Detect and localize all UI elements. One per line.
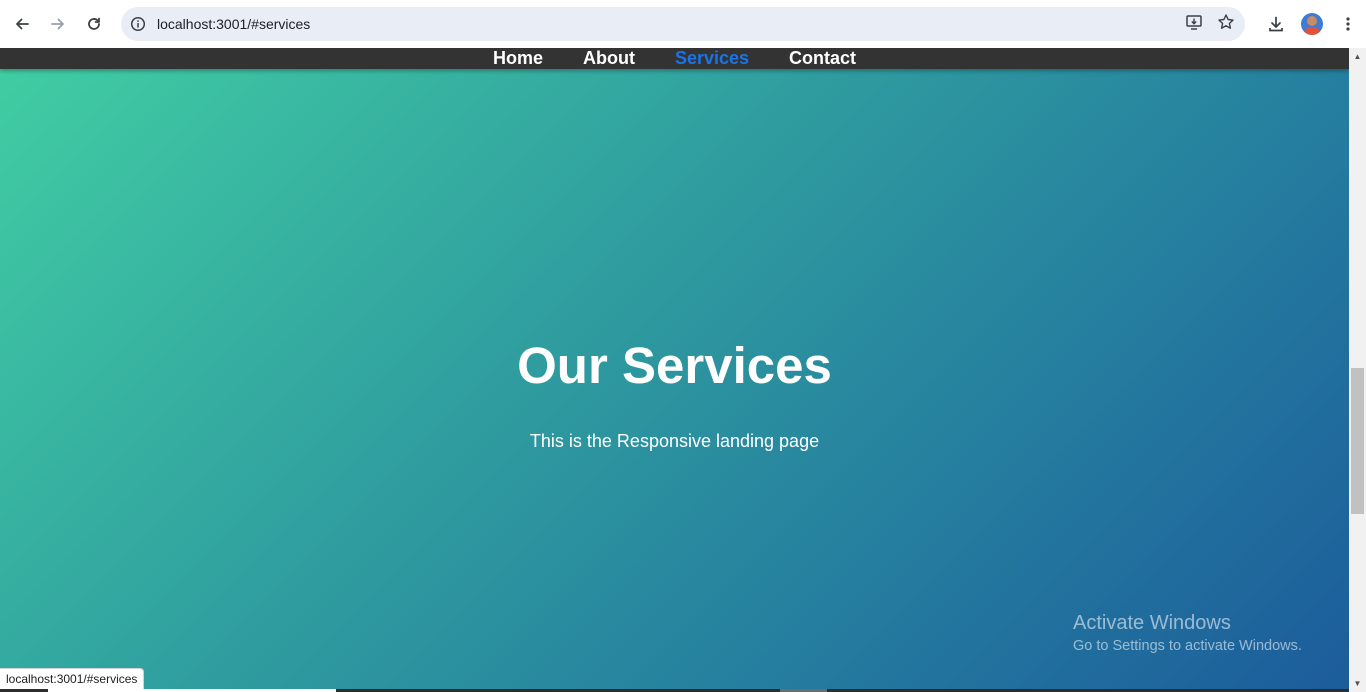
download-button[interactable] <box>1258 6 1294 42</box>
star-icon <box>1218 13 1234 29</box>
nav-link-services[interactable]: Services <box>675 48 749 69</box>
hero-subtitle: This is the Responsive landing page <box>529 431 820 451</box>
activation-watermark: Activate Windows Go to Settings to activ… <box>1073 612 1302 654</box>
kebab-menu-icon <box>1346 17 1350 31</box>
services-section: Our Services This is the Responsive land… <box>0 48 1349 690</box>
top-navigation: Home About Services Contact <box>0 48 1349 69</box>
arrow-left-icon <box>16 18 29 30</box>
install-app-icon <box>1186 14 1202 30</box>
watermark-title: Activate Windows <box>1073 612 1231 634</box>
install-app-button[interactable] <box>1185 13 1203 36</box>
site-info-button[interactable] <box>126 12 150 36</box>
page-title: Our Services <box>517 337 832 394</box>
url-text[interactable]: localhost:3001/#services <box>157 16 310 32</box>
reload-icon <box>88 17 100 30</box>
nav-link-about[interactable]: About <box>583 48 635 69</box>
nav-link-home[interactable]: Home <box>493 48 543 69</box>
vertical-scrollbar[interactable]: ▲ ▼ <box>1349 48 1366 692</box>
status-bubble: localhost:3001/#services <box>0 668 145 690</box>
browser-toolbar: localhost:3001/#services <box>0 0 1366 48</box>
page-viewport: Our Services This is the Responsive land… <box>0 48 1349 690</box>
forward-button[interactable] <box>40 6 76 42</box>
scroll-thumb[interactable] <box>1351 368 1364 514</box>
reload-button[interactable] <box>76 6 112 42</box>
menu-button[interactable] <box>1330 6 1366 42</box>
avatar <box>1301 13 1323 35</box>
back-button[interactable] <box>4 6 40 42</box>
arrow-right-icon <box>51 18 64 30</box>
download-icon <box>1269 16 1283 32</box>
info-icon <box>130 16 146 32</box>
bookmark-button[interactable] <box>1217 13 1235 36</box>
scroll-down-arrow[interactable]: ▼ <box>1349 675 1366 692</box>
nav-link-contact[interactable]: Contact <box>789 48 856 69</box>
watermark-subtitle: Go to Settings to activate Windows. <box>1073 638 1302 654</box>
address-bar[interactable]: localhost:3001/#services <box>121 7 1245 41</box>
scroll-up-arrow[interactable]: ▲ <box>1349 48 1366 65</box>
profile-button[interactable] <box>1294 6 1330 42</box>
